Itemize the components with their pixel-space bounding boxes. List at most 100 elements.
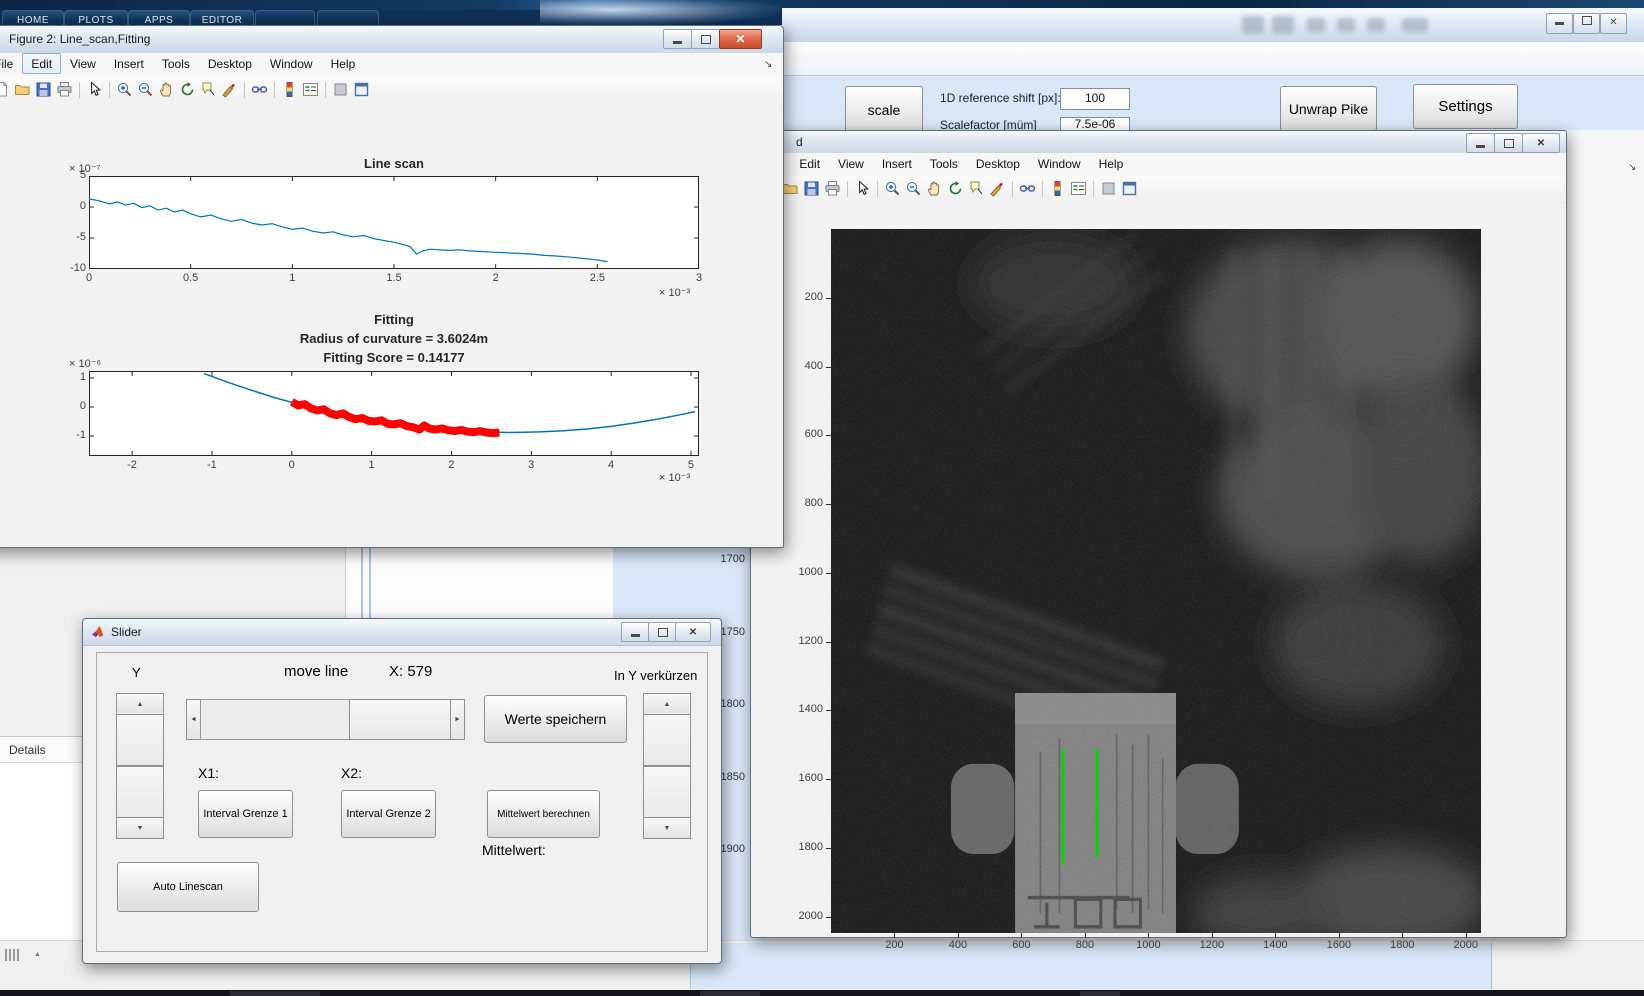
dock-arrow-icon[interactable]: ↘: [764, 59, 772, 70]
restore-button[interactable]: [648, 622, 677, 642]
menu-item-tools[interactable]: Tools: [153, 53, 199, 74]
move-line-right-button[interactable]: ►: [450, 699, 465, 740]
dock-figure-icon[interactable]: [332, 81, 349, 98]
open-folder-icon[interactable]: [14, 81, 31, 98]
minimize-button[interactable]: [1466, 133, 1495, 153]
minimize-button[interactable]: [663, 29, 692, 49]
close-button[interactable]: ✕: [1522, 133, 1560, 153]
cursor-icon[interactable]: [854, 180, 871, 197]
auto-linescan-button[interactable]: Auto Linescan: [117, 862, 259, 912]
data-cursor-icon[interactable]: [200, 81, 217, 98]
print-icon[interactable]: [824, 180, 841, 197]
minimize-button[interactable]: [621, 622, 650, 642]
menu-item-file[interactable]: File: [0, 53, 22, 74]
zoom-out-icon[interactable]: [137, 81, 154, 98]
save-icon[interactable]: [35, 81, 52, 98]
maximize-figure-icon[interactable]: [353, 81, 370, 98]
rotate-icon[interactable]: [179, 81, 196, 98]
move-line-left-button[interactable]: ◄: [186, 699, 201, 740]
in-y-slider-up-button[interactable]: ▲: [643, 693, 691, 715]
restore-button[interactable]: [1494, 133, 1523, 153]
open-folder-icon[interactable]: [782, 180, 799, 197]
line-scan-plot[interactable]: [89, 176, 699, 269]
in-y-slider-down-button[interactable]: ▼: [643, 817, 691, 839]
menu-item-tools[interactable]: Tools: [921, 153, 967, 174]
move-line-thumb[interactable]: [349, 699, 451, 740]
y-slider-up-button[interactable]: ▲: [116, 693, 164, 715]
grip-arrow-icon[interactable]: ▲: [34, 951, 41, 958]
restore-button[interactable]: [691, 29, 720, 49]
close-button[interactable]: ✕: [1600, 13, 1627, 34]
in-y-slider-track[interactable]: [643, 766, 691, 818]
zoom-in-icon[interactable]: [884, 180, 901, 197]
menu-item-window[interactable]: Window: [261, 53, 322, 74]
y-slider-thumb[interactable]: [116, 714, 164, 766]
minimize-button[interactable]: [1546, 13, 1573, 34]
tickmark: [1339, 933, 1340, 938]
rotate-icon[interactable]: [947, 180, 964, 197]
fitting-plot[interactable]: [89, 371, 699, 456]
close-button[interactable]: ✕: [675, 622, 711, 642]
restore-button[interactable]: [1573, 13, 1600, 34]
zoom-out-icon[interactable]: [905, 180, 922, 197]
slider-titlebar[interactable]: Slider ✕: [83, 619, 721, 646]
figure2-title: Figure 2: Line_scan,Fitting: [9, 32, 150, 46]
werte-speichern-button[interactable]: Werte speichern: [484, 695, 627, 743]
slider-title: Slider: [111, 625, 142, 639]
menu-item-help[interactable]: Help: [322, 53, 365, 74]
scale-button[interactable]: scale: [845, 86, 923, 133]
colorbar-icon[interactable]: [1049, 180, 1066, 197]
data-cursor-icon[interactable]: [968, 180, 985, 197]
menu-item-insert[interactable]: Insert: [873, 153, 921, 174]
menu-item-help[interactable]: Help: [1090, 153, 1133, 174]
menu-item-view[interactable]: View: [829, 153, 873, 174]
tickmark: [958, 933, 959, 938]
y-slider-track[interactable]: [116, 766, 164, 818]
x-position-readout: X: 579: [389, 663, 432, 680]
tickmark: [826, 435, 831, 436]
new-file-icon[interactable]: [0, 81, 10, 98]
legend-icon[interactable]: [1070, 180, 1087, 197]
menu-item-edit[interactable]: Edit: [790, 153, 829, 174]
pan-icon[interactable]: [158, 81, 175, 98]
menu-item-insert[interactable]: Insert: [105, 53, 153, 74]
close-button[interactable]: ✕: [719, 29, 762, 49]
maximize-figure-icon[interactable]: [1121, 180, 1138, 197]
image-y-tick: 1400: [787, 703, 823, 715]
menu-item-edit[interactable]: Edit: [22, 53, 61, 74]
zoom-in-icon[interactable]: [116, 81, 133, 98]
legend-icon[interactable]: [302, 81, 319, 98]
pan-icon[interactable]: [926, 180, 943, 197]
image-x-tick: 800: [1076, 939, 1094, 951]
settings-button[interactable]: Settings: [1413, 84, 1518, 129]
colorbar-icon[interactable]: [281, 81, 298, 98]
image-figure-titlebar[interactable]: d ✕: [751, 131, 1566, 154]
in-y-slider-thumb[interactable]: [643, 714, 691, 766]
line-scan-y-tick: -5: [50, 231, 86, 243]
brush-icon[interactable]: [989, 180, 1006, 197]
phase-image[interactable]: [831, 229, 1481, 933]
brush-icon[interactable]: [221, 81, 238, 98]
dock-figure-icon[interactable]: [1100, 180, 1117, 197]
interval-grenze-1-button[interactable]: Interval Grenze 1: [198, 790, 293, 838]
menu-item-window[interactable]: Window: [1029, 153, 1090, 174]
menu-item-view[interactable]: View: [61, 53, 105, 74]
interval-grenze-2-button[interactable]: Interval Grenze 2: [341, 790, 436, 838]
menu-item-desktop[interactable]: Desktop: [967, 153, 1029, 174]
cursor-icon[interactable]: [86, 81, 103, 98]
print-icon[interactable]: [56, 81, 73, 98]
matlab-desktop: HOME PLOTS APPS EDITOR ✕ scale 1D refere…: [0, 0, 1644, 996]
y-slider-down-button[interactable]: ▼: [116, 817, 164, 839]
menu-item-desktop[interactable]: Desktop: [199, 53, 261, 74]
fitting-y-tick: 1: [50, 371, 86, 383]
figure2-titlebar[interactable]: Figure 2: Line_scan,Fitting ✕: [0, 26, 783, 54]
tickmark: [826, 298, 831, 299]
mittelwert-berechnen-button[interactable]: Mittelwert berechnen: [487, 790, 600, 838]
link-plots-icon[interactable]: [1019, 180, 1036, 197]
dock-arrow-icon[interactable]: ↘: [1628, 162, 1636, 173]
ref-shift-input[interactable]: 100: [1060, 88, 1130, 110]
move-line-track[interactable]: [200, 699, 350, 740]
save-icon[interactable]: [803, 180, 820, 197]
link-plots-icon[interactable]: [251, 81, 268, 98]
unwrap-pike-button[interactable]: Unwrap Pike: [1280, 86, 1377, 131]
